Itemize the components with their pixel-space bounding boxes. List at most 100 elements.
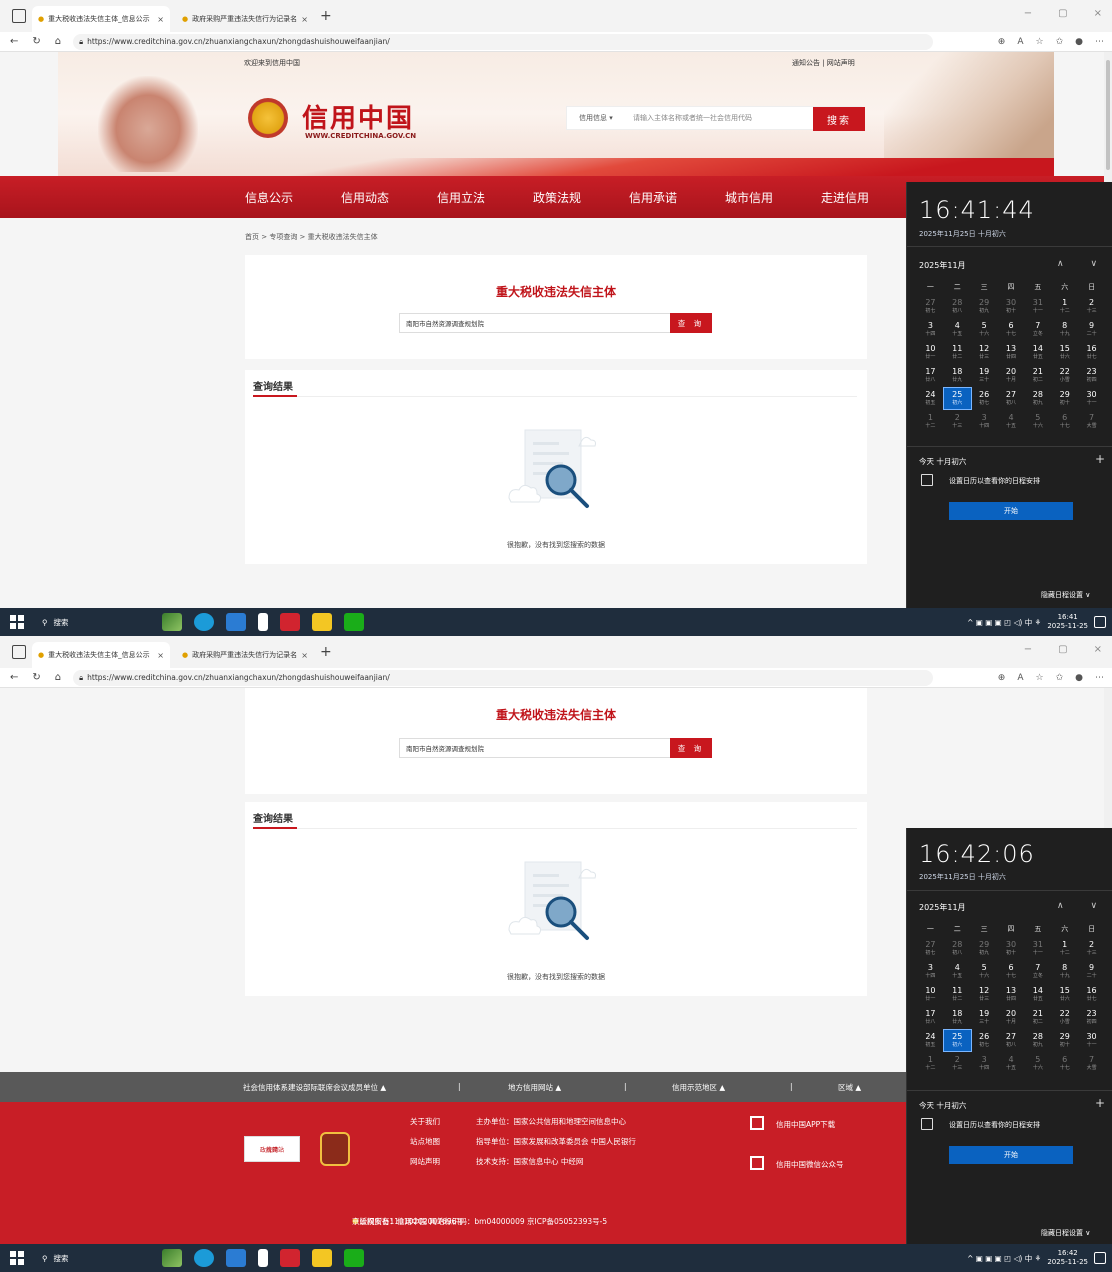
calendar-day[interactable]: 29 初九	[971, 938, 998, 959]
calendar-day[interactable]: 3 十四	[971, 1053, 998, 1074]
tray-icons[interactable]: ^ ▣ ▣ ▣ ◰ ◁) 中 ⚘	[967, 617, 1041, 628]
calendar-day[interactable]: 26 初七	[971, 388, 998, 409]
calendar-day[interactable]: 30 初十	[998, 296, 1025, 317]
add-event-button[interactable]: +	[1095, 1096, 1105, 1110]
wechat-link[interactable]: 信用中国微信公众号	[776, 1159, 844, 1170]
calendar-day[interactable]: 10 廿一	[917, 342, 944, 363]
taskbar-clock[interactable]: 16:41 2025-11-25	[1047, 613, 1088, 631]
calendar-day[interactable]: 27 初八	[998, 1030, 1025, 1051]
calendar-day[interactable]: 3 十四	[917, 961, 944, 982]
calendar-day[interactable]: 6 十七	[998, 961, 1025, 982]
close-window-button[interactable]: ×	[1094, 644, 1102, 655]
footer-dropdown[interactable]: 地方信用网站 ▲	[508, 1082, 561, 1093]
calendar-month[interactable]: 2025年11月	[919, 260, 966, 271]
calendar-day[interactable]: 4 十五	[998, 1053, 1025, 1074]
tab-actions-icon[interactable]	[12, 645, 26, 659]
calendar-day[interactable]: 5 十六	[971, 961, 998, 982]
url-field[interactable]: 🔒︎ https://www.creditchina.gov.cn/zhuanx…	[73, 33, 934, 50]
nav-item[interactable]: 政策法规	[533, 189, 581, 206]
tab-close-icon[interactable]: ×	[301, 651, 308, 660]
search-type-select[interactable]: 信用信息 ▾	[567, 113, 633, 123]
calendar-day[interactable]: 6 十七	[998, 319, 1025, 340]
calendar-day[interactable]: 23 初四	[1078, 1007, 1105, 1028]
tab-close-icon[interactable]: ×	[301, 15, 308, 24]
zoom-icon[interactable]: ⊕	[998, 673, 1006, 683]
calendar-day[interactable]: 31 十一	[1024, 938, 1051, 959]
breadcrumb[interactable]: 首页 > 专项查询 > 重大税收违法失信主体	[245, 232, 378, 242]
tab-close-icon[interactable]: ×	[157, 15, 164, 24]
profile-icon[interactable]: ●	[1075, 37, 1083, 47]
url-field[interactable]: 🔒︎ https://www.creditchina.gov.cn/zhuanx…	[73, 669, 934, 686]
back-icon[interactable]: ←	[10, 672, 18, 683]
calendar-day[interactable]: 2 十三	[944, 1053, 971, 1074]
file-explorer-icon[interactable]	[312, 1249, 332, 1267]
calendar-day-today[interactable]: 25 初六	[942, 1029, 972, 1052]
calendar-day[interactable]: 15 廿六	[1051, 984, 1078, 1005]
calendar-day[interactable]: 29 初十	[1051, 388, 1078, 409]
query-button[interactable]: 查 询	[670, 738, 712, 758]
calendar-day[interactable]: 9 二十	[1078, 961, 1105, 982]
calendar-day[interactable]: 5 十六	[1024, 411, 1051, 432]
calendar-day[interactable]: 16 廿七	[1078, 984, 1105, 1005]
tab-close-icon[interactable]: ×	[157, 651, 164, 660]
notification-icon[interactable]	[1094, 1252, 1106, 1264]
calendar-day[interactable]: 14 廿五	[1024, 342, 1051, 363]
footer-dropdown[interactable]: 社会信用体系建设部际联席会议成员单位 ▲	[243, 1082, 386, 1093]
calendar-day[interactable]: 26 初七	[971, 1030, 998, 1051]
calendar-day[interactable]: 10 廿一	[917, 984, 944, 1005]
taskbar-search[interactable]: ⚲ 搜索	[42, 1253, 69, 1264]
calendar-day[interactable]: 21 初二	[1024, 365, 1051, 386]
wechat-icon[interactable]	[344, 613, 364, 631]
favorites-icon[interactable]: ✩	[1056, 673, 1064, 683]
calendar-day[interactable]: 30 初十	[998, 938, 1025, 959]
start-button[interactable]: 开始	[949, 1146, 1073, 1164]
nav-item[interactable]: 信用承诺	[629, 189, 677, 206]
calendar-day[interactable]: 27 初七	[917, 296, 944, 317]
profile-icon[interactable]: ●	[1075, 673, 1083, 683]
calendar-day[interactable]: 2 十三	[1078, 296, 1105, 317]
edge-icon[interactable]	[194, 613, 214, 631]
tab-1[interactable]: ● 重大税收违法失信主体_信息公示 ×	[32, 642, 170, 668]
hide-agenda-button[interactable]: 隐藏日程设置 ∨	[1041, 1228, 1090, 1238]
calendar-day[interactable]: 21 初二	[1024, 1007, 1051, 1028]
query-button[interactable]: 查 询	[670, 313, 712, 333]
maximize-button[interactable]: ▢	[1058, 8, 1067, 19]
read-aloud-icon[interactable]: A	[1017, 673, 1023, 683]
calendar-day[interactable]: 8 十九	[1051, 319, 1078, 340]
calendar-day[interactable]: 1 十二	[1051, 938, 1078, 959]
calendar-day[interactable]: 27 初八	[998, 388, 1025, 409]
calendar-day[interactable]: 11 廿二	[944, 984, 971, 1005]
tab-2[interactable]: ● 政府采购严重违法失信行为记录名 ×	[176, 642, 314, 668]
calendar-day[interactable]: 15 廿六	[1051, 342, 1078, 363]
site-logo-text[interactable]: 信用中国	[302, 98, 414, 135]
calendar-day[interactable]: 3 十四	[917, 319, 944, 340]
calendar-day[interactable]: 6 十七	[1051, 411, 1078, 432]
more-icon[interactable]: ⋯	[1095, 37, 1104, 47]
header-search-button[interactable]: 搜索	[813, 107, 865, 131]
minimize-button[interactable]: −	[1024, 644, 1032, 655]
calendar-day[interactable]: 29 初九	[971, 296, 998, 317]
calendar-day[interactable]: 24 初五	[917, 388, 944, 409]
tray-icons[interactable]: ^ ▣ ▣ ▣ ◰ ◁) 中 ⚘	[967, 1253, 1041, 1264]
calendar-day[interactable]: 28 初九	[1024, 1030, 1051, 1051]
calendar-day[interactable]: 24 初五	[917, 1030, 944, 1051]
new-tab-button[interactable]: +	[320, 8, 332, 24]
calendar-day[interactable]: 13 廿四	[998, 342, 1025, 363]
calendar-day[interactable]: 12 廿三	[971, 984, 998, 1005]
calendar-month[interactable]: 2025年11月	[919, 902, 966, 913]
calendar-day[interactable]: 7 大雪	[1078, 411, 1105, 432]
gov-website-badge[interactable]: 政府网站 找错	[244, 1136, 300, 1162]
calendar-day[interactable]: 3 十四	[971, 411, 998, 432]
nav-item[interactable]: 信用动态	[341, 189, 389, 206]
footer-link[interactable]: 网站声明	[410, 1156, 440, 1167]
query-input[interactable]: 南阳市自然资源调查规划院	[399, 313, 671, 333]
back-icon[interactable]: ←	[10, 36, 18, 47]
nav-item[interactable]: 信息公示	[245, 189, 293, 206]
start-button[interactable]: 开始	[949, 502, 1073, 520]
zoom-icon[interactable]: ⊕	[998, 37, 1006, 47]
taskbar-clock[interactable]: 16:42 2025-11-25	[1047, 1249, 1088, 1267]
calendar-day[interactable]: 17 廿八	[917, 365, 944, 386]
calendar-day[interactable]: 4 十五	[998, 411, 1025, 432]
calendar-day[interactable]: 7 立冬	[1024, 961, 1051, 982]
app-download-link[interactable]: 信用中国APP下载	[776, 1119, 835, 1130]
